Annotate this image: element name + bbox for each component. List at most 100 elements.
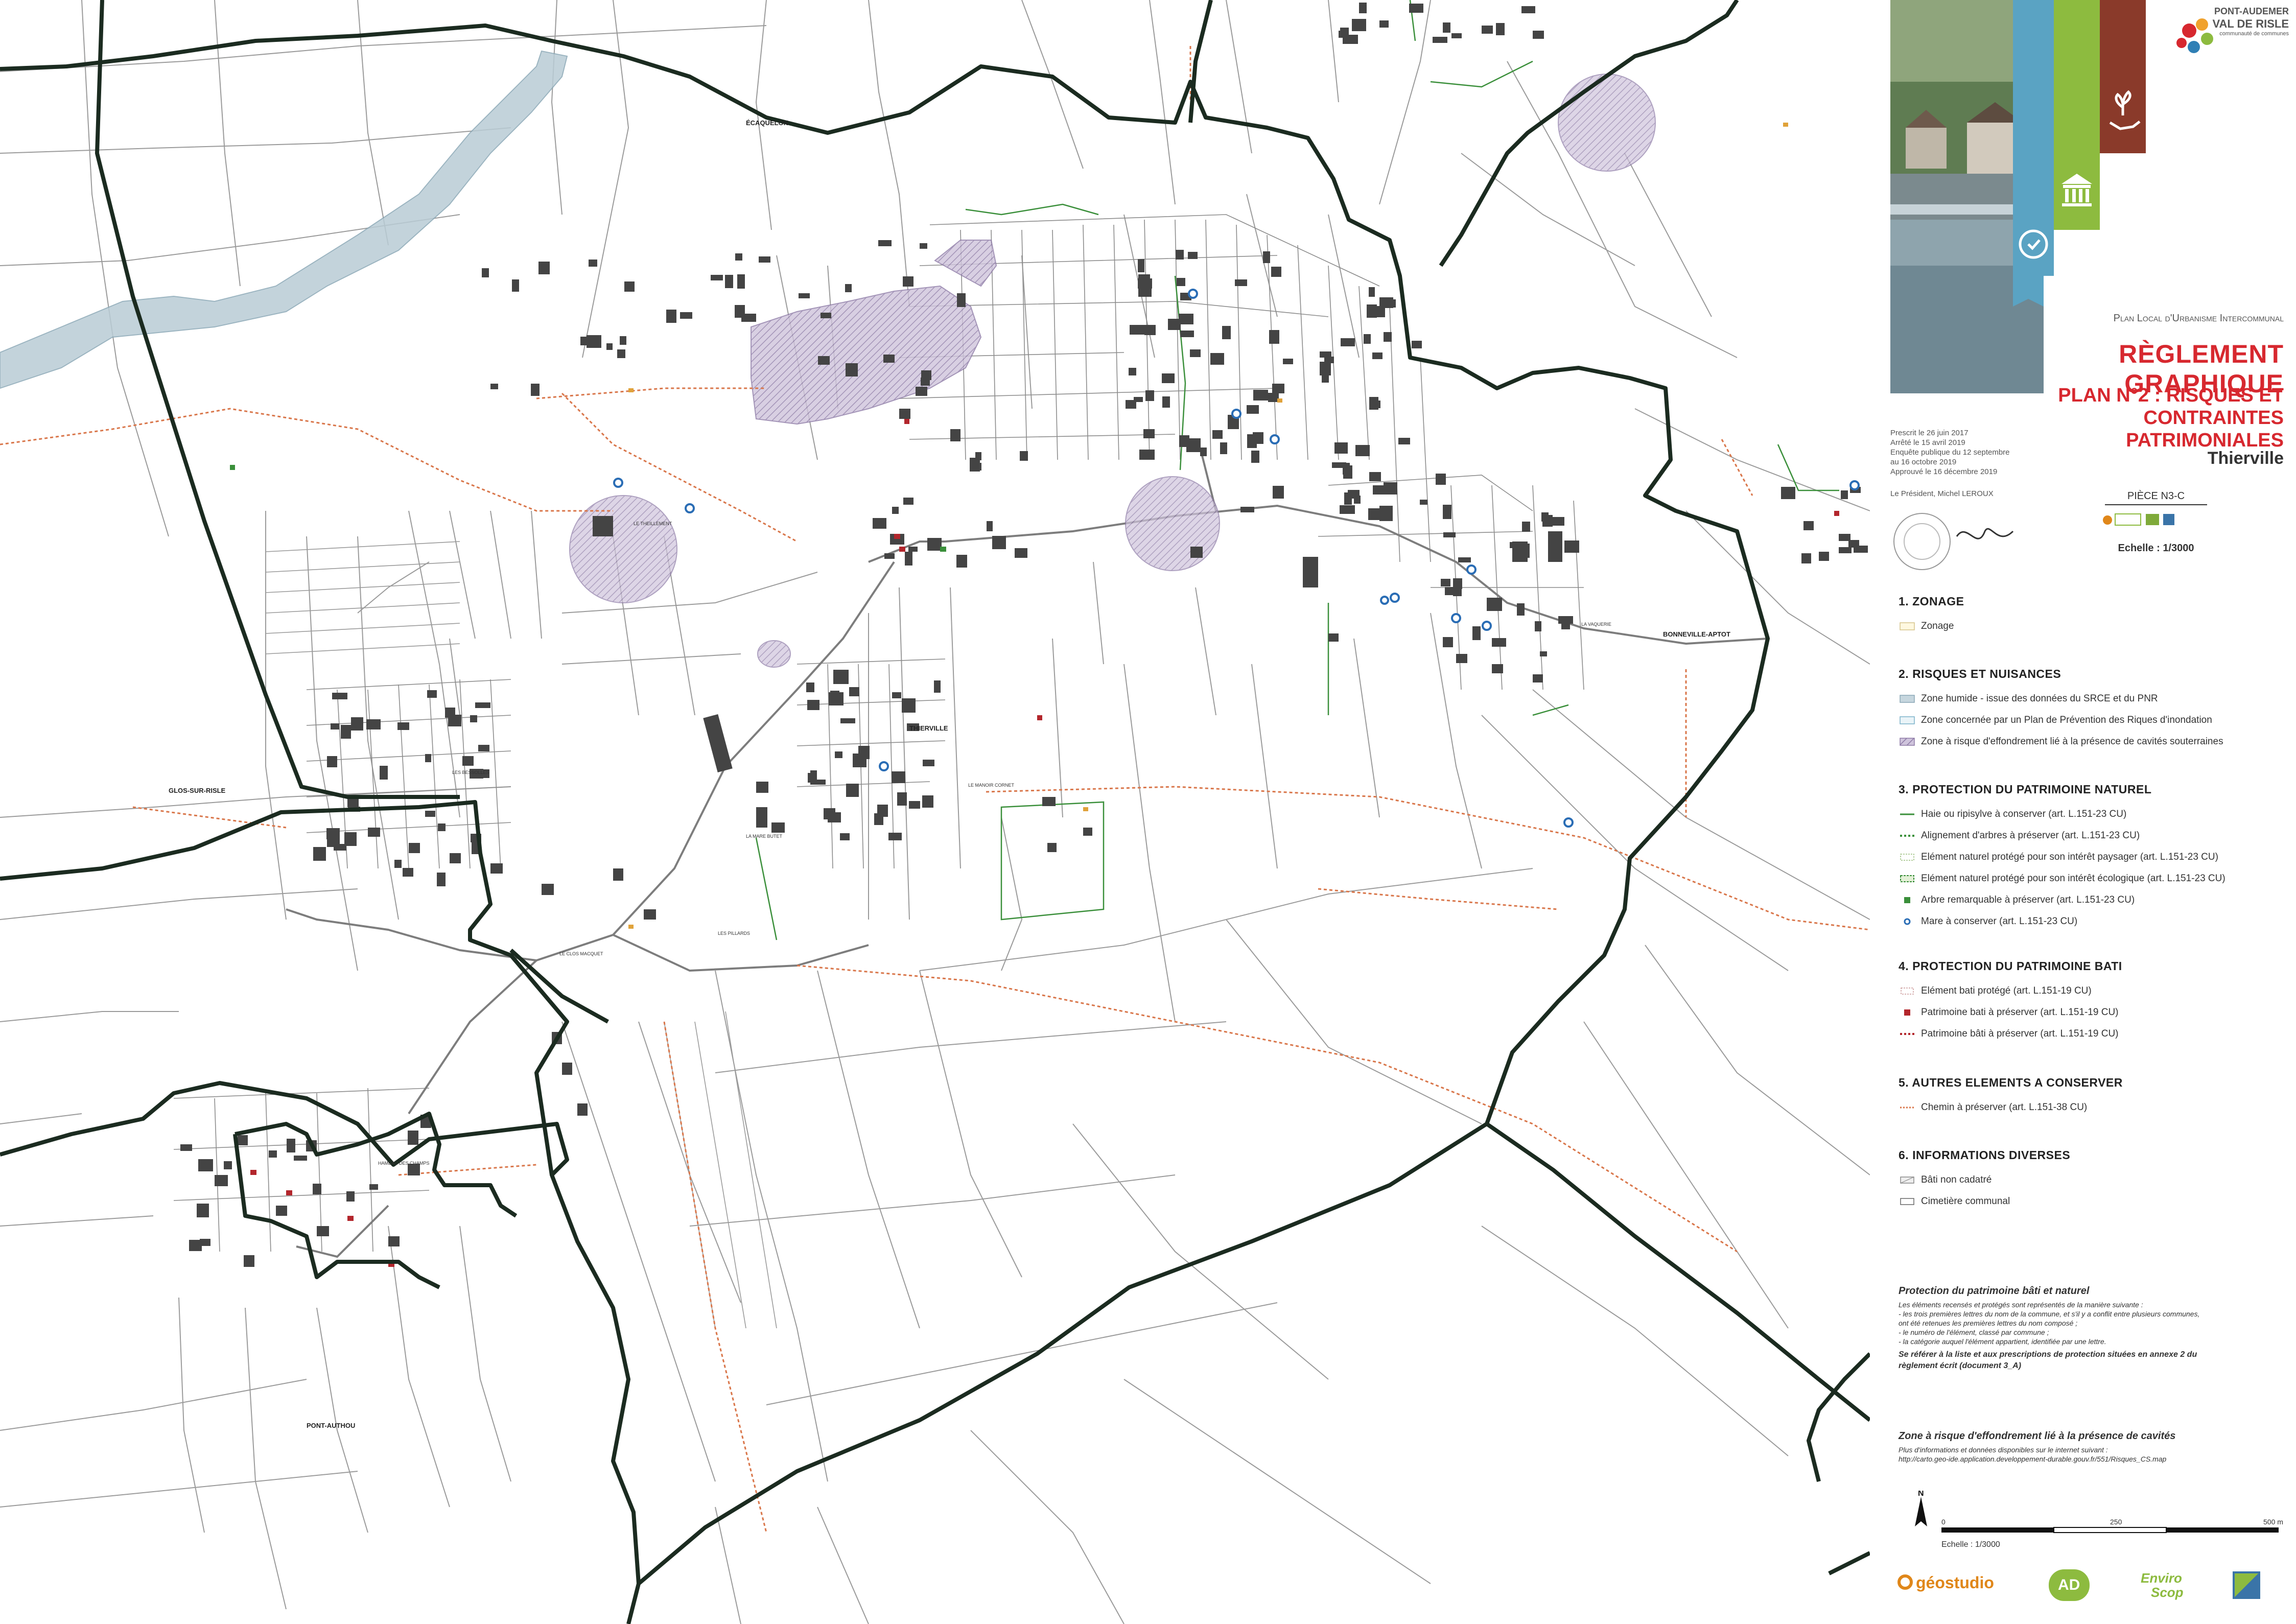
building [1212,430,1223,439]
building [1441,579,1450,586]
label-les-pillards: LES PILLARDS [718,931,750,936]
legend-panel: PONT-AUDEMER VAL DE RISLE communauté de … [1880,0,2296,1624]
building [830,691,839,698]
legend-patrimoine-bati: 4. PROTECTION DU PATRIMOINE BATI Elément… [1899,959,2292,1045]
building [1558,616,1573,624]
building [840,833,850,840]
plan-number-line-2: CONTRAINTES PATRIMONIALES [2126,407,2284,451]
building [920,243,927,249]
building [1458,557,1471,562]
hedge-line-icon [1899,809,1916,820]
building [475,702,490,708]
building [1496,23,1505,35]
note-link[interactable]: http://carto.geo-ide.application.develop… [1899,1454,2287,1464]
building [923,760,934,766]
legend-item: Zone concernée par un Plan de Prévention… [1899,710,2292,731]
building [1134,397,1143,402]
building [1564,540,1579,553]
date-line: Approuvé le 16 décembre 2019 [1890,467,1998,476]
label-pont-authou: PONT-AUTHOU [307,1422,355,1429]
cavity-note-title: Zone à risque d'effondrement lié à la pr… [1899,1430,2176,1442]
scale-label: Echelle : 1/3000 [1941,1540,2000,1549]
remarkable-tree-icon [1899,895,1916,906]
building [1433,37,1447,43]
building [1839,547,1852,553]
building [1180,331,1194,337]
building [1253,390,1268,401]
building [224,1161,232,1169]
geostudio-logo: géostudio [1916,1573,1994,1592]
legend-risques: 2. RISQUES ET NUISANCES Zone humide - is… [1899,667,2292,752]
building [916,387,927,396]
building [957,293,966,307]
building [987,521,993,531]
building [1220,442,1227,454]
building [1143,429,1155,438]
scale-tick-500: 500 m [2263,1518,2283,1526]
label-le-theillement: LE THEILLEMENT [634,521,672,526]
legend-item: Patrimoine bâti à préserver (art. L.151-… [1899,1023,2292,1045]
scale-tick-250: 250 [2110,1518,2122,1526]
building [883,355,895,363]
building [1272,384,1284,393]
building [725,275,733,288]
legend-item: Bâti non cadatré [1899,1169,2292,1191]
building [1138,288,1152,297]
building [1247,405,1259,414]
building [1369,472,1381,481]
legend-item: Chemin à préserver (art. L.151-38 CU) [1899,1097,2292,1118]
building [1522,522,1530,532]
legend-item: Haie ou ripisylve à conserver (art. L.15… [1899,804,2292,825]
building [903,498,913,505]
legend-item-label: Zonage [1921,621,1954,631]
building [1144,325,1156,335]
legend-item-label: Zone humide - issue des données du SRCE … [1921,693,2158,704]
legend-autres-elements: 5. AUTRES ELEMENTS A CONSERVER Chemin à … [1899,1076,2292,1118]
legend-item: Elément bati protégé (art. L.151-19 CU) [1899,980,2292,1002]
legend-patrimoine-naturel: 3. PROTECTION DU PATRIMOINE NATUREL Haie… [1899,783,2292,932]
legend-section-title: 6. INFORMATIONS DIVERSES [1899,1148,2071,1162]
note-line: Les éléments recensés et protégés sont r… [1899,1301,2143,1309]
label-le-clos-macquet: LE CLOS MACQUET [559,951,603,956]
building [1015,548,1027,558]
building [1343,463,1350,475]
building [1492,638,1506,647]
legend-section-title: 1. ZONAGE [1899,595,1964,608]
plan-subtitle: Plan Local d'Urbanisme Intercommunal [2113,313,2284,324]
stamp-and-signature [1893,513,2014,570]
building [1359,3,1367,13]
building [1443,637,1453,647]
building [1222,326,1231,339]
building [200,1239,210,1246]
cemetery-icon [1899,1196,1916,1207]
building [846,784,859,797]
building [617,349,625,358]
building [1235,279,1247,286]
building [587,335,601,348]
building [1247,434,1257,448]
building [490,384,498,389]
building [759,256,770,263]
building [1364,334,1371,344]
protection-note-title: Protection du patrimoine bâti et naturel [1899,1285,2090,1297]
building [735,305,745,318]
cadastral-map[interactable]: ÉCAQUELON THIERVILLE GLOS-SUR-RISLE BONN… [0,0,1870,1624]
building [344,832,357,846]
bottom-logos: géostudio AD Enviro Scop [1895,1563,2289,1614]
building [806,682,814,692]
north-arrow-icon: N [1915,1489,1927,1526]
building [1472,626,1481,640]
legend-item: Zone à risque d'effondrement lié à la pr… [1899,731,2292,752]
building [394,860,402,868]
building [1372,352,1383,359]
building [448,715,461,726]
building [403,868,413,877]
note-line: - la catégorie auquel l'élément appartie… [1899,1337,2106,1346]
building [1369,287,1375,297]
building [470,715,477,722]
legend-item: Elément naturel protégé pour son intérêt… [1899,868,2292,889]
legend-item-label: Cimetière communal [1921,1196,2010,1207]
building [1271,267,1281,277]
building [1327,357,1334,363]
cavity-note: Zone à risque d'effondrement lié à la pr… [1899,1430,2287,1464]
